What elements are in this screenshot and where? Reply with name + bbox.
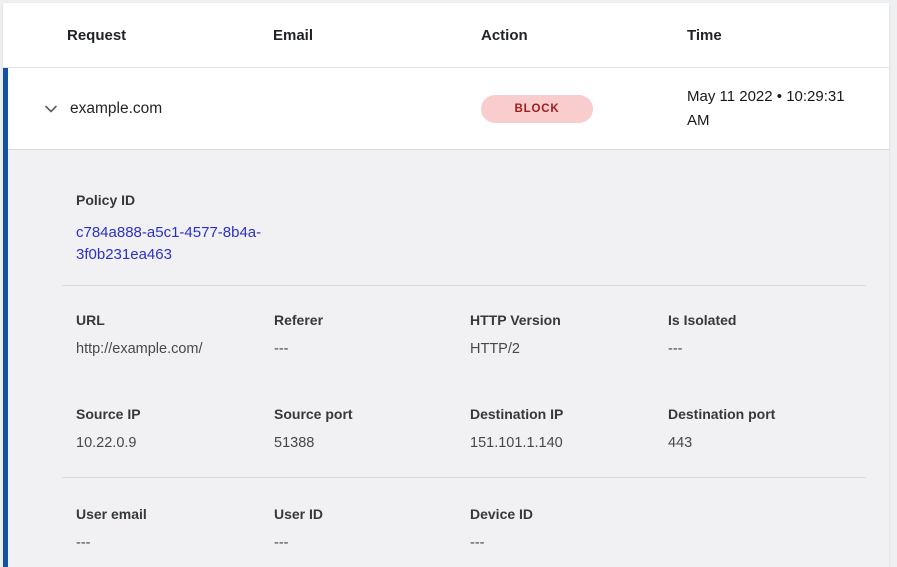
field-destination-port: Destination port 443 — [668, 407, 889, 450]
field-label: Source port — [274, 407, 470, 421]
column-header-email: Email — [273, 27, 481, 44]
field-source-ip: Source IP 10.22.0.9 — [76, 407, 274, 450]
action-cell: BLOCK — [481, 95, 687, 123]
field-url: URL http://example.com/ — [76, 313, 274, 356]
divider — [62, 477, 866, 478]
row-details-panel: Policy ID c784a888-a5c1-4577-8b4a-3f0b23… — [8, 150, 889, 567]
column-header-time: Time — [687, 27, 889, 44]
field-value: 10.22.0.9 — [76, 436, 274, 450]
field-value: 151.101.1.140 — [470, 436, 668, 450]
field-label: Destination port — [668, 407, 889, 421]
table-row[interactable]: example.com BLOCK May 11 2022 • 10:29:31… — [8, 68, 889, 150]
field-value: 443 — [668, 436, 889, 450]
policy-section: Policy ID c784a888-a5c1-4577-8b4a-3f0b23… — [8, 193, 889, 265]
chevron-down-icon[interactable] — [43, 101, 59, 117]
field-label: Referer — [274, 313, 470, 327]
column-header-action: Action — [481, 27, 687, 44]
policy-id-link[interactable]: c784a888-a5c1-4577-8b4a-3f0b231ea463 — [76, 222, 281, 265]
expanded-row-group: example.com BLOCK May 11 2022 • 10:29:31… — [3, 68, 889, 567]
field-value: --- — [274, 536, 470, 550]
user-fields-row: User email --- User ID --- Device ID --- — [8, 507, 889, 550]
time-cell: May 11 2022 • 10:29:31 AM — [687, 85, 889, 133]
http-fields-row: URL http://example.com/ Referer --- HTTP… — [8, 313, 889, 356]
field-value: HTTP/2 — [470, 342, 668, 356]
request-cell: example.com — [43, 100, 273, 118]
field-label: User ID — [274, 507, 470, 521]
field-label: URL — [76, 313, 274, 327]
field-label: Destination IP — [470, 407, 668, 421]
field-value: --- — [274, 342, 470, 356]
field-user-id: User ID --- — [274, 507, 470, 550]
field-value: http://example.com/ — [76, 342, 274, 356]
field-label: Source IP — [76, 407, 274, 421]
field-referer: Referer --- — [274, 313, 470, 356]
policy-id-label: Policy ID — [76, 193, 889, 207]
field-user-email: User email --- — [76, 507, 274, 550]
field-label: HTTP Version — [470, 313, 668, 327]
field-source-port: Source port 51388 — [274, 407, 470, 450]
field-http-version: HTTP Version HTTP/2 — [470, 313, 668, 356]
divider — [62, 285, 866, 286]
field-is-isolated: Is Isolated --- — [668, 313, 889, 356]
request-domain: example.com — [70, 100, 162, 118]
network-fields-row: Source IP 10.22.0.9 Source port 51388 De… — [8, 407, 889, 450]
field-value: 51388 — [274, 436, 470, 450]
field-value: --- — [470, 536, 668, 550]
field-label: Device ID — [470, 507, 668, 521]
field-label: Is Isolated — [668, 313, 889, 327]
field-device-id: Device ID --- — [470, 507, 668, 550]
table-header: Request Email Action Time — [3, 3, 889, 68]
requests-table-card: Request Email Action Time example.com BL… — [3, 3, 889, 567]
column-header-request: Request — [67, 27, 273, 44]
field-value: --- — [76, 536, 274, 550]
block-action-badge: BLOCK — [481, 95, 593, 123]
field-label: User email — [76, 507, 274, 521]
field-value: --- — [668, 342, 889, 356]
field-destination-ip: Destination IP 151.101.1.140 — [470, 407, 668, 450]
